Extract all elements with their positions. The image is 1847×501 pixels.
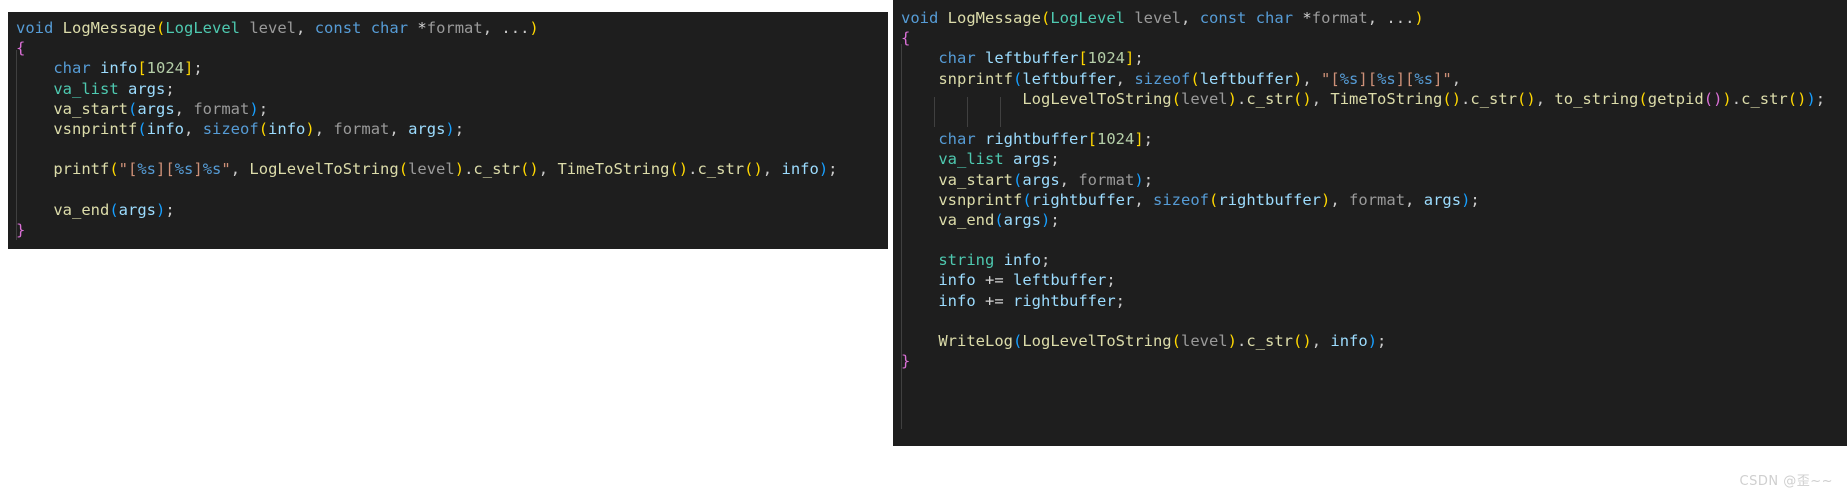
indent-guide	[1000, 97, 1001, 127]
code-line: WriteLog(LogLevelToString(level).c_str()…	[938, 332, 1387, 350]
indent-guide	[967, 97, 968, 127]
code-line: void LogMessage(LogLevel level, const ch…	[16, 19, 539, 37]
code-line: va_list args;	[53, 79, 175, 98]
code-line: printf("[%s][%s]%s", LogLevelToString(le…	[53, 160, 838, 179]
code-line: va_list args;	[938, 150, 1060, 169]
code-line: char info[1024];	[53, 59, 203, 78]
code-line: info += leftbuffer;	[938, 271, 1116, 290]
code-panel-right: void LogMessage(LogLevel level, const ch…	[893, 0, 1847, 446]
code-line: }	[16, 220, 26, 239]
code-line: string info;	[938, 251, 1051, 270]
code-line: char rightbuffer[1024];	[938, 130, 1154, 149]
code-line: }	[901, 352, 911, 371]
code-line: {	[16, 39, 26, 58]
indent-guide	[901, 44, 902, 429]
code-line: vsnprintf(rightbuffer, sizeof(rightbuffe…	[938, 190, 1480, 209]
csdn-watermark: CSDN @歪~~	[1739, 474, 1833, 489]
code-line: va_end(args);	[938, 210, 1060, 229]
code-line: vsnprintf(info, sizeof(info), format, ar…	[53, 119, 465, 138]
code-line: void LogMessage(LogLevel level, const ch…	[901, 9, 1424, 27]
code-line: LogLevelToString(level).c_str(), TimeToS…	[1022, 89, 1826, 108]
code-line: info += rightbuffer;	[938, 291, 1126, 310]
indent-guide	[16, 50, 17, 240]
code-line: va_start(args, format);	[53, 99, 269, 118]
code-line: snprintf(leftbuffer, sizeof(leftbuffer),…	[938, 69, 1462, 88]
code-line: {	[901, 29, 911, 48]
code-panel-left: void LogMessage(LogLevel level, const ch…	[8, 12, 888, 249]
code-line: va_start(args, format);	[938, 170, 1154, 189]
code-line: va_end(args);	[53, 200, 175, 219]
code-line: char leftbuffer[1024];	[938, 49, 1144, 68]
indent-guide	[934, 97, 935, 127]
